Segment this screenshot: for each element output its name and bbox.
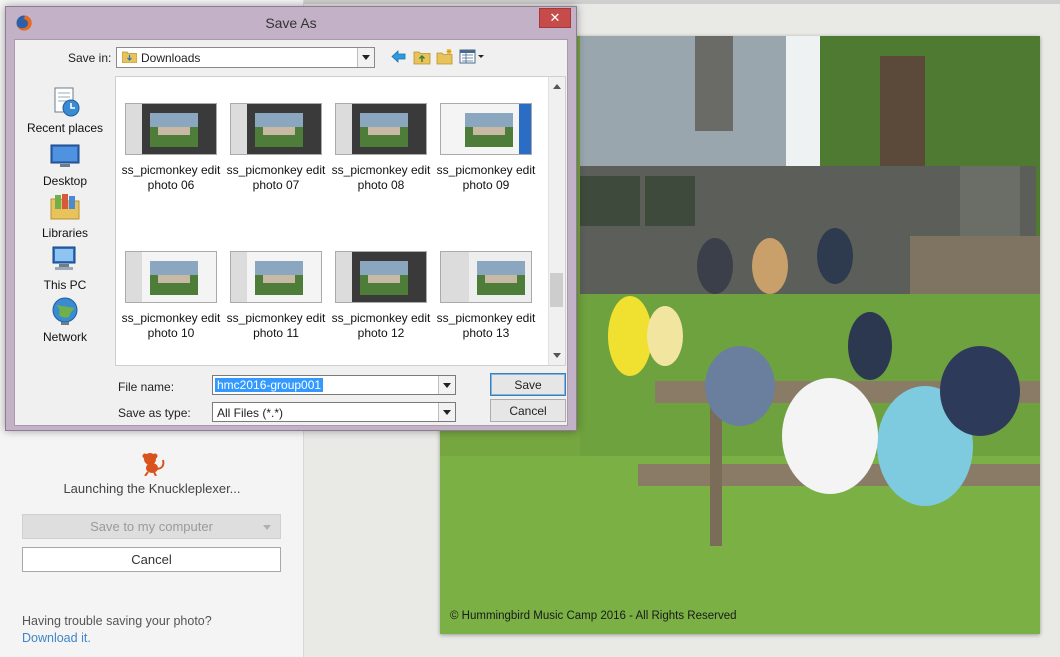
save-in-label: Save in: (68, 51, 112, 65)
file-item[interactable]: ss_picmonkey edit photo 06 (119, 103, 223, 193)
file-name-value: hmc2016-group001 (215, 378, 324, 392)
file-list[interactable]: ss_picmonkey edit photo 06 ss_picmonkey … (115, 76, 566, 366)
close-icon: ✕ (549, 10, 561, 26)
scroll-up-icon[interactable] (553, 84, 561, 89)
file-name-line2: photo 08 (357, 178, 405, 192)
save-in-dropdown[interactable]: Downloads (116, 47, 375, 68)
file-item[interactable]: ss_picmonkey edit photo 13 (434, 251, 538, 341)
place-this-pc[interactable]: This PC (25, 243, 105, 292)
dialog-title: Save As (265, 15, 317, 31)
this-pc-icon (52, 246, 76, 270)
file-thumbnail (230, 103, 322, 155)
scrollbar-thumb[interactable] (550, 273, 563, 307)
file-thumbnail (440, 251, 532, 303)
dialog-title-bar[interactable]: Save As ✕ (6, 7, 576, 39)
file-item[interactable]: ss_picmonkey edit photo 09 (434, 103, 538, 193)
file-name-line1: ss_picmonkey edit (226, 311, 326, 325)
place-label: Recent places (26, 121, 104, 135)
save-button[interactable]: Save (490, 373, 566, 396)
folder-download-icon (122, 51, 137, 63)
scroll-down-icon[interactable] (553, 353, 561, 358)
file-name-line2: photo 11 (253, 326, 299, 340)
file-item[interactable]: ss_picmonkey edit photo 12 (329, 251, 433, 341)
up-folder-icon[interactable] (413, 48, 431, 65)
view-menu-icon[interactable] (459, 48, 485, 65)
file-name-input[interactable]: hmc2016-group001 (212, 375, 456, 395)
place-desktop[interactable]: Desktop (25, 139, 105, 188)
file-thumbnail (440, 103, 532, 155)
recent-places-icon (54, 87, 80, 117)
file-thumbnail (335, 251, 427, 303)
monkey-logo-icon (142, 453, 165, 476)
file-item[interactable]: ss_picmonkey edit photo 11 (224, 251, 328, 341)
place-recent-places[interactable]: Recent places (25, 86, 105, 135)
photo-watermark: © Hummingbird Music Camp 2016 - All Righ… (450, 610, 737, 622)
file-item[interactable]: ss_picmonkey edit photo 08 (329, 103, 433, 193)
file-name-line1: ss_picmonkey edit (436, 163, 536, 177)
save-to-computer-label: Save to my computer (90, 519, 213, 534)
desktop-icon (50, 144, 80, 167)
new-folder-icon[interactable] (436, 48, 454, 65)
file-name-line1: ss_picmonkey edit (121, 311, 221, 325)
chevron-down-icon[interactable] (438, 376, 455, 394)
download-link[interactable]: Download it. (22, 631, 91, 645)
back-arrow-icon[interactable] (390, 48, 408, 65)
place-network[interactable]: Network (25, 295, 105, 344)
file-thumbnail (230, 251, 322, 303)
file-list-scrollbar[interactable] (548, 77, 565, 365)
file-name-line1: ss_picmonkey edit (121, 163, 221, 177)
chevron-down-icon[interactable] (438, 403, 455, 421)
file-name-line2: photo 06 (147, 178, 195, 192)
launch-status-text: Launching the Knuckleplexer... (63, 481, 241, 496)
chevron-down-icon (263, 525, 271, 530)
place-label: Desktop (42, 174, 88, 188)
save-to-computer-button[interactable]: Save to my computer (22, 514, 281, 539)
file-name-line2: photo 07 (252, 178, 300, 192)
chevron-down-icon[interactable] (357, 48, 374, 67)
save-as-type-label: Save as type: (118, 406, 191, 420)
file-name-line2: photo 13 (462, 326, 510, 340)
close-button[interactable]: ✕ (539, 8, 571, 28)
file-name-label: File name: (118, 380, 175, 394)
place-label: This PC (43, 278, 87, 292)
place-label: Libraries (41, 226, 89, 240)
trouble-text: Having trouble saving your photo? (22, 614, 212, 628)
place-libraries[interactable]: Libraries (25, 191, 105, 240)
libraries-icon (50, 194, 80, 220)
file-thumbnail (125, 103, 217, 155)
save-as-type-value: All Files (*.*) (217, 406, 284, 420)
file-name-line2: photo 12 (357, 326, 405, 340)
file-name-line2: photo 10 (147, 326, 195, 340)
top-strip (304, 0, 1060, 4)
cancel-export-button[interactable]: Cancel (22, 547, 281, 572)
file-name-line1: ss_picmonkey edit (226, 163, 326, 177)
cancel-button[interactable]: Cancel (490, 399, 566, 422)
save-as-dialog: Save As ✕ Save in: Downloads Recent plac… (5, 6, 577, 431)
file-thumbnail (125, 251, 217, 303)
file-name-line2: photo 09 (462, 178, 510, 192)
file-item[interactable]: ss_picmonkey edit photo 10 (119, 251, 223, 341)
save-in-value: Downloads (141, 51, 201, 65)
file-item[interactable]: ss_picmonkey edit photo 07 (224, 103, 328, 193)
dialog-client-area: Save in: Downloads Recent places Desktop… (14, 39, 568, 426)
file-thumbnail (335, 103, 427, 155)
save-as-type-dropdown[interactable]: All Files (*.*) (212, 402, 456, 422)
place-label: Network (42, 330, 87, 344)
file-name-line1: ss_picmonkey edit (331, 163, 431, 177)
network-icon (52, 297, 78, 325)
file-name-line1: ss_picmonkey edit (331, 311, 431, 325)
file-name-line1: ss_picmonkey edit (436, 311, 536, 325)
